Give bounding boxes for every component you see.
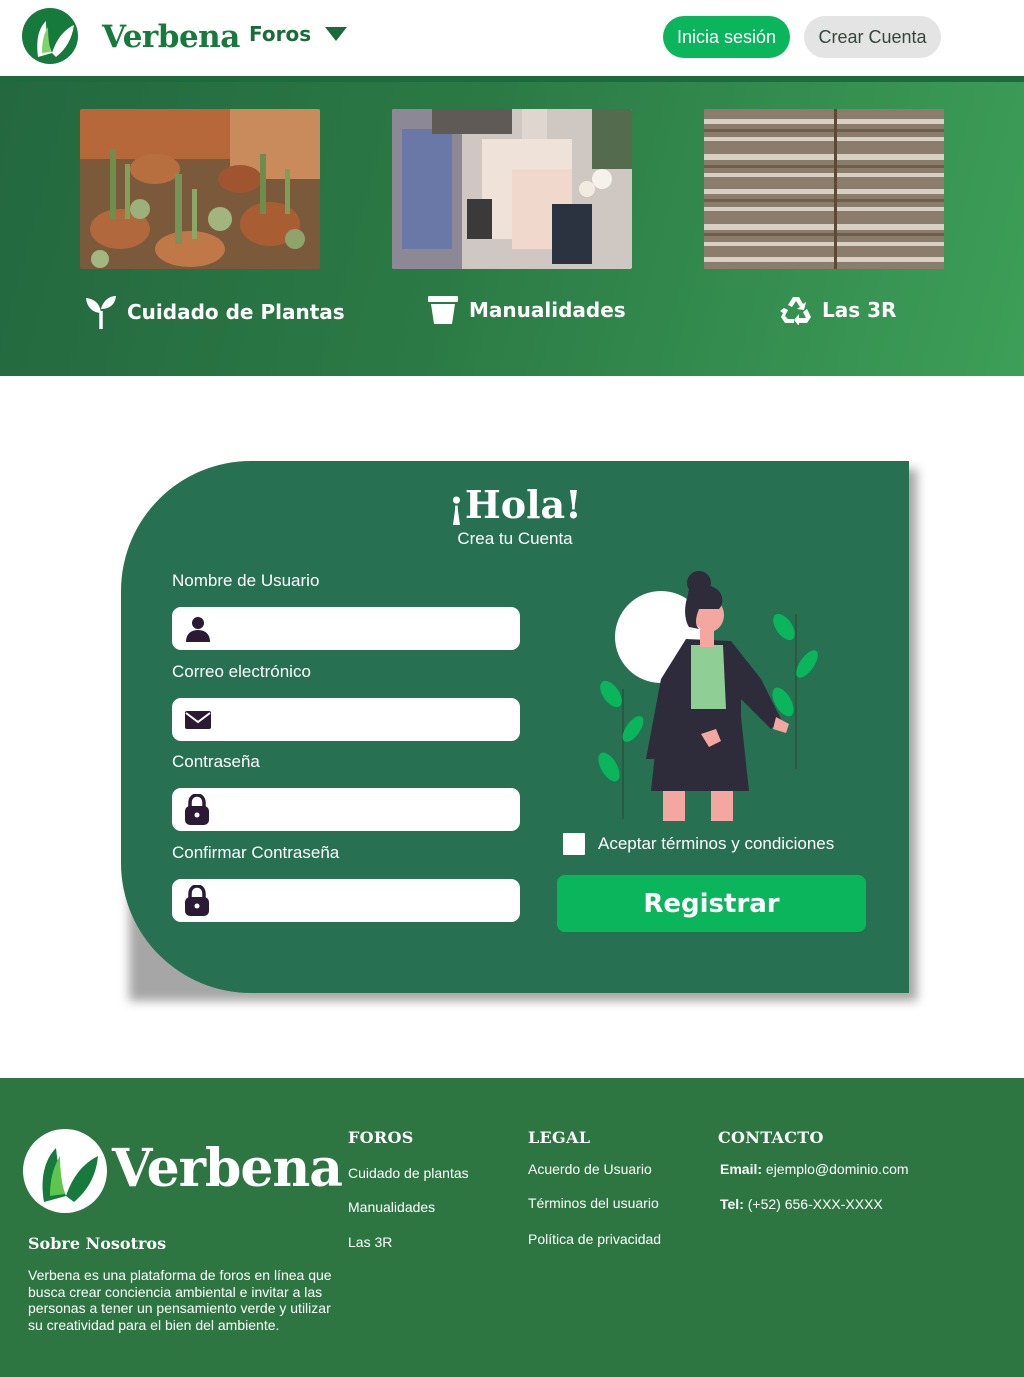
about-title: Sobre Nosotros — [28, 1234, 167, 1253]
category-label-crafts: Manualidades — [427, 295, 626, 325]
lock-icon — [185, 884, 209, 916]
leaf-logo-icon — [22, 8, 78, 64]
form-subtitle: Crea tu Cuenta — [457, 529, 573, 548]
phone-value: (+52) 656-XXX-XXXX — [747, 1196, 883, 1212]
contact-heading: CONTACTO — [718, 1128, 824, 1147]
legal-heading: LEGAL — [528, 1128, 591, 1147]
footer-link-plant-care[interactable]: Cuidado de plantas — [348, 1165, 469, 1181]
flowerpot-icon — [428, 296, 458, 324]
logo-text: Verbena — [102, 19, 240, 55]
terms-checkbox[interactable] — [563, 833, 585, 855]
username-label: Nombre de Usuario — [172, 571, 320, 590]
envelope-icon — [185, 710, 211, 729]
password-field[interactable] — [172, 788, 520, 831]
sprout-icon — [86, 296, 116, 329]
foros-label: Foros — [249, 22, 312, 46]
plants-photo — [80, 109, 320, 269]
contact-email: Email: ejemplo@dominio.com — [720, 1161, 909, 1177]
footer-logo-text: Verbena — [112, 1138, 343, 1199]
footer-link-crafts[interactable]: Manualidades — [348, 1199, 435, 1215]
category-label-3r: Las 3R — [780, 295, 896, 325]
woman-with-plants-illustration — [598, 571, 818, 821]
confirm-password-label: Confirmar Contraseña — [172, 843, 340, 862]
email-label: Email: — [720, 1161, 763, 1177]
password-input[interactable] — [222, 794, 512, 825]
user-icon — [186, 616, 210, 642]
register-button[interactable]: Registrar — [557, 875, 866, 932]
caret-down-icon — [325, 27, 348, 41]
form-title: ¡Hola! — [448, 482, 582, 527]
lock-icon — [185, 793, 209, 825]
email-label: Correo electrónico — [172, 662, 311, 681]
newspapers-photo — [704, 109, 944, 269]
email-input[interactable] — [224, 704, 514, 735]
confirm-password-field[interactable] — [172, 879, 520, 922]
leaf-logo-icon — [23, 1129, 107, 1213]
terms-label: Aceptar términos y condiciones — [598, 834, 835, 853]
email-value[interactable]: ejemplo@dominio.com — [766, 1161, 909, 1177]
forum-categories-banner: Cuidado de Plantas Manualidades Las 3R — [0, 82, 1024, 376]
about-text: Verbena es una plataforma de foros en lí… — [28, 1267, 332, 1333]
footer-link-privacy-policy[interactable]: Política de privacidad — [528, 1231, 661, 1247]
foros-dropdown[interactable]: Foros — [249, 22, 348, 46]
username-field[interactable] — [172, 607, 520, 650]
username-input[interactable] — [224, 613, 514, 644]
contact-phone: Tel: (+52) 656-XXX-XXXX — [720, 1196, 883, 1212]
footer-link-user-terms[interactable]: Términos del usuario — [528, 1195, 659, 1211]
category-card-plants[interactable]: Cuidado de Plantas — [80, 109, 345, 329]
terms-checkbox-row[interactable]: Aceptar términos y condiciones — [563, 833, 834, 855]
category-card-3r[interactable]: Las 3R — [704, 109, 944, 325]
phone-label: Tel: — [720, 1196, 744, 1212]
create-account-button[interactable]: Crear Cuenta — [804, 16, 941, 58]
confirm-password-input[interactable] — [222, 885, 512, 916]
foros-heading: FOROS — [348, 1128, 414, 1147]
site-footer: Verbena Sobre Nosotros Verbena es una pl… — [0, 1078, 1024, 1377]
email-field[interactable] — [172, 698, 520, 741]
footer-link-user-agreement[interactable]: Acuerdo de Usuario — [528, 1161, 652, 1177]
password-label: Contraseña — [172, 752, 260, 771]
recycle-icon — [780, 297, 811, 325]
top-navbar: Verbena Foros Inicia sesión Crear Cuenta — [0, 0, 1024, 76]
signup-form-card: ¡Hola! Crea tu Cuenta Nombre de Usuario … — [121, 461, 909, 993]
footer-logo[interactable]: Verbena — [22, 1128, 343, 1214]
crafts-photo — [392, 109, 632, 269]
footer-link-3r[interactable]: Las 3R — [348, 1234, 392, 1250]
login-button[interactable]: Inicia sesión — [663, 16, 790, 58]
verbena-logo[interactable]: Verbena — [22, 7, 240, 65]
category-card-crafts[interactable]: Manualidades — [392, 109, 632, 324]
category-label-plants: Cuidado de Plantas — [85, 295, 345, 329]
